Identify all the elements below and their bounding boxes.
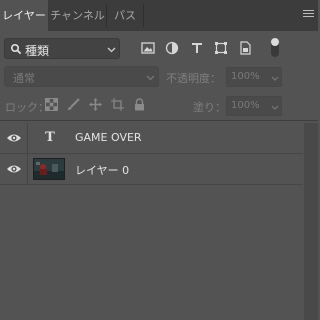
opacity-label: 不透明度： bbox=[166, 72, 221, 85]
tab-separator bbox=[143, 4, 144, 27]
tab-layers[interactable]: レイヤー bbox=[0, 0, 48, 31]
chevron-down-icon bbox=[271, 76, 279, 81]
chevron-down-icon bbox=[271, 105, 279, 110]
lock-transparent-pixels-icon[interactable] bbox=[45, 98, 58, 111]
lock-artboard-icon[interactable] bbox=[111, 98, 124, 111]
blend-mode-select[interactable]: 通常 bbox=[4, 66, 159, 87]
lock-position-icon[interactable] bbox=[89, 98, 102, 111]
chevron-down-icon bbox=[146, 75, 155, 81]
layer-row-text[interactable]: T GAME OVER bbox=[0, 123, 303, 154]
tab-paths[interactable]: パス bbox=[107, 0, 143, 31]
panel-tab-bar: レイヤー チャンネル パス bbox=[0, 0, 318, 31]
layer-name[interactable]: レイヤー 0 bbox=[75, 162, 129, 178]
fill-label: 塗り： bbox=[193, 101, 226, 114]
fill-field[interactable]: 100% bbox=[226, 96, 282, 116]
filter-kind-select[interactable]: 種類 bbox=[4, 38, 120, 59]
adjustment-layer-filter-icon[interactable] bbox=[164, 40, 180, 56]
layer-image-thumbnail bbox=[33, 158, 65, 180]
fill-value: 100% bbox=[231, 100, 260, 111]
eye-icon[interactable] bbox=[6, 163, 22, 175]
filter-kind-label: 種類 bbox=[25, 44, 50, 58]
opacity-field[interactable]: 100% bbox=[226, 67, 282, 87]
type-layer-filter-icon[interactable] bbox=[189, 40, 205, 56]
type-layer-thumbnail-icon: T bbox=[45, 130, 55, 145]
smart-object-filter-icon[interactable] bbox=[237, 40, 253, 56]
layer-row-image[interactable]: レイヤー 0 bbox=[0, 154, 303, 185]
lock-all-icon[interactable] bbox=[133, 98, 146, 111]
chevron-down-icon bbox=[107, 47, 116, 53]
row-divider bbox=[27, 154, 28, 184]
layers-scrollbar[interactable] bbox=[304, 123, 318, 320]
shape-layer-filter-icon[interactable] bbox=[213, 40, 229, 56]
eye-icon[interactable] bbox=[6, 132, 22, 144]
hamburger-menu-icon[interactable] bbox=[303, 10, 314, 19]
blend-mode-value: 通常 bbox=[13, 72, 35, 85]
tab-channels[interactable]: チャンネル bbox=[49, 0, 106, 31]
pixel-layer-filter-icon[interactable] bbox=[140, 40, 156, 56]
layer-name[interactable]: GAME OVER bbox=[75, 131, 142, 144]
filter-toggle-icon[interactable] bbox=[271, 38, 279, 57]
opacity-value: 100% bbox=[231, 71, 260, 82]
lock-label: ロック： bbox=[5, 101, 49, 114]
search-icon bbox=[10, 43, 22, 55]
lock-image-pixels-icon[interactable] bbox=[67, 98, 80, 111]
row-divider bbox=[27, 123, 28, 153]
layers-list-divider bbox=[0, 120, 318, 121]
